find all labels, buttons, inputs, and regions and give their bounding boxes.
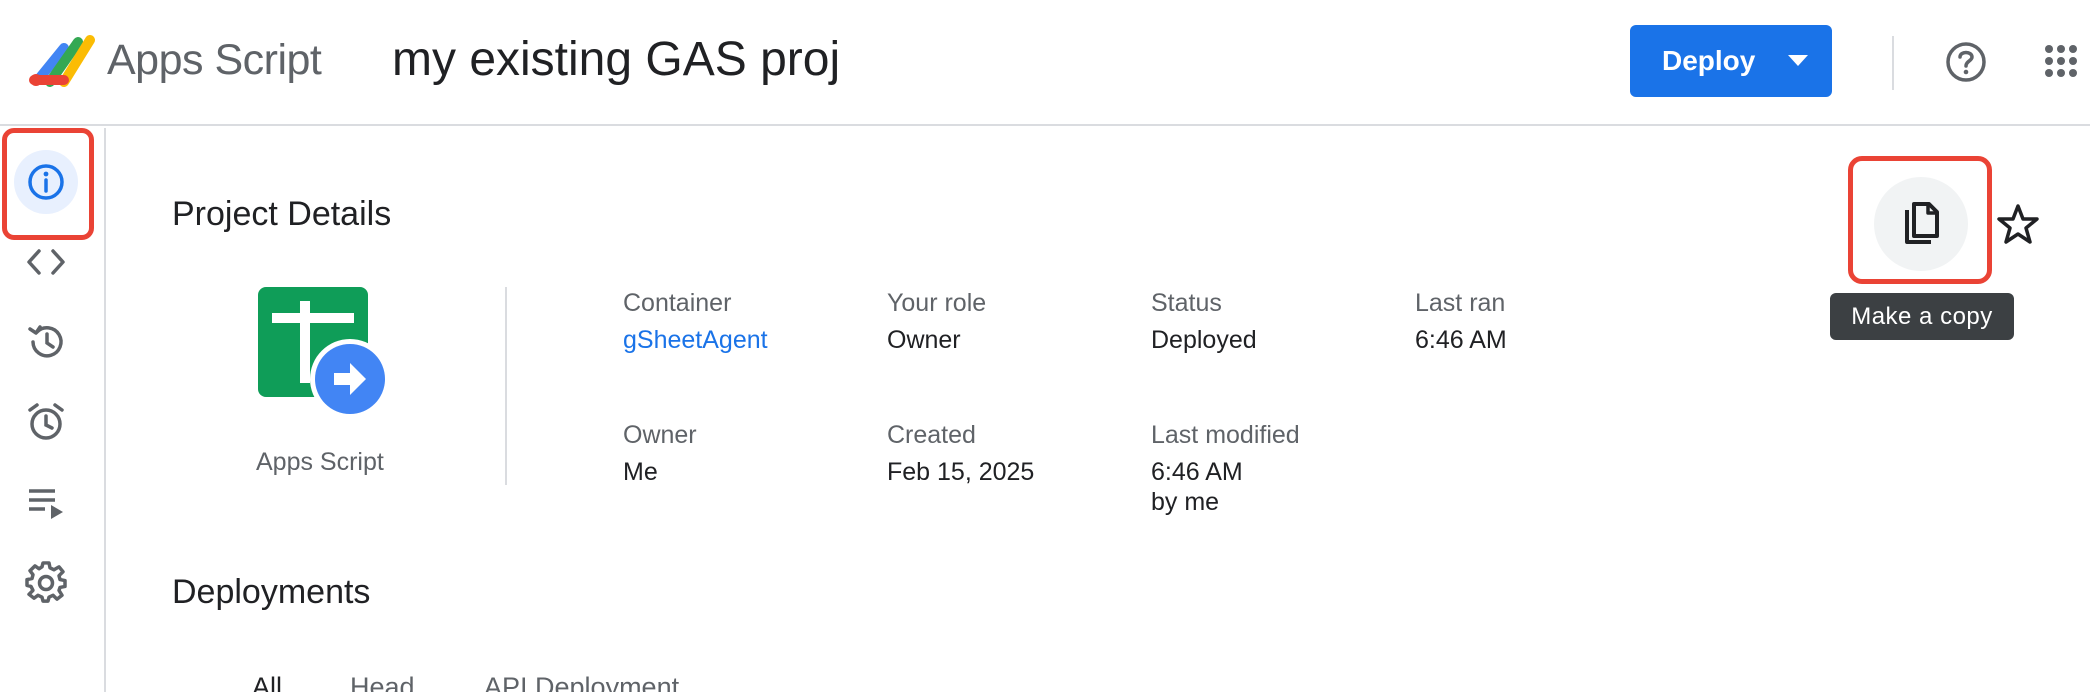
role-label: Your role (887, 289, 987, 317)
executions-list-icon (29, 489, 63, 519)
created-value: Feb 15, 2025 (887, 458, 1035, 486)
deploy-button[interactable]: Deploy (1630, 25, 1832, 97)
top-bar: Apps Script my existing GAS proj Deploy (0, 0, 2090, 126)
header-divider (1892, 36, 1894, 90)
sidebar-item-settings[interactable] (14, 550, 78, 614)
sidebar-item-history[interactable] (14, 310, 78, 374)
apps-script-file-icon (258, 287, 388, 417)
history-icon (28, 325, 63, 358)
tab-api-deployment[interactable]: API Deployment (484, 672, 679, 692)
code-icon (27, 249, 65, 275)
last-ran-value: 6:46 AM (1415, 326, 1507, 354)
project-details-title: Project Details (172, 195, 392, 233)
star-icon[interactable] (1996, 202, 2040, 246)
last-modified-label: Last modified (1151, 421, 1300, 449)
last-ran-label: Last ran (1415, 289, 1506, 317)
app-name: Apps Script (107, 36, 322, 84)
help-icon[interactable] (1944, 40, 1988, 84)
overview-highlight-box (2, 128, 94, 240)
deploy-button-label: Deploy (1662, 45, 1756, 76)
caret-down-icon (1788, 55, 1808, 66)
copy-highlight-box (1848, 156, 1992, 284)
status-value: Deployed (1151, 326, 1257, 354)
owner-label: Owner (623, 421, 697, 449)
deployments-title: Deployments (172, 573, 371, 611)
created-label: Created (887, 421, 976, 449)
last-modified-by: by me (1151, 488, 1220, 516)
sidebar-item-editor[interactable] (14, 230, 78, 294)
tooltip: Make a copy (1830, 293, 2014, 340)
file-type-caption: Apps Script (256, 448, 384, 476)
status-label: Status (1151, 289, 1222, 317)
container-label: Container (623, 289, 732, 317)
sidebar-item-executions[interactable] (14, 470, 78, 534)
details-divider (505, 287, 507, 485)
last-modified-value: 6:46 AM (1151, 458, 1243, 486)
sidebar-item-triggers[interactable] (14, 390, 78, 454)
tab-all[interactable]: All (252, 672, 282, 692)
apps-script-logo-icon[interactable] (28, 30, 96, 88)
role-value: Owner (887, 326, 961, 354)
project-title[interactable]: my existing GAS proj (392, 32, 840, 87)
google-apps-grid-icon[interactable] (2044, 44, 2078, 78)
tab-head[interactable]: Head (350, 672, 415, 692)
gear-icon (25, 561, 67, 603)
container-link[interactable]: gSheetAgent (623, 325, 768, 355)
sidebar (0, 128, 106, 692)
owner-value: Me (623, 458, 658, 486)
alarm-clock-icon (28, 403, 64, 440)
